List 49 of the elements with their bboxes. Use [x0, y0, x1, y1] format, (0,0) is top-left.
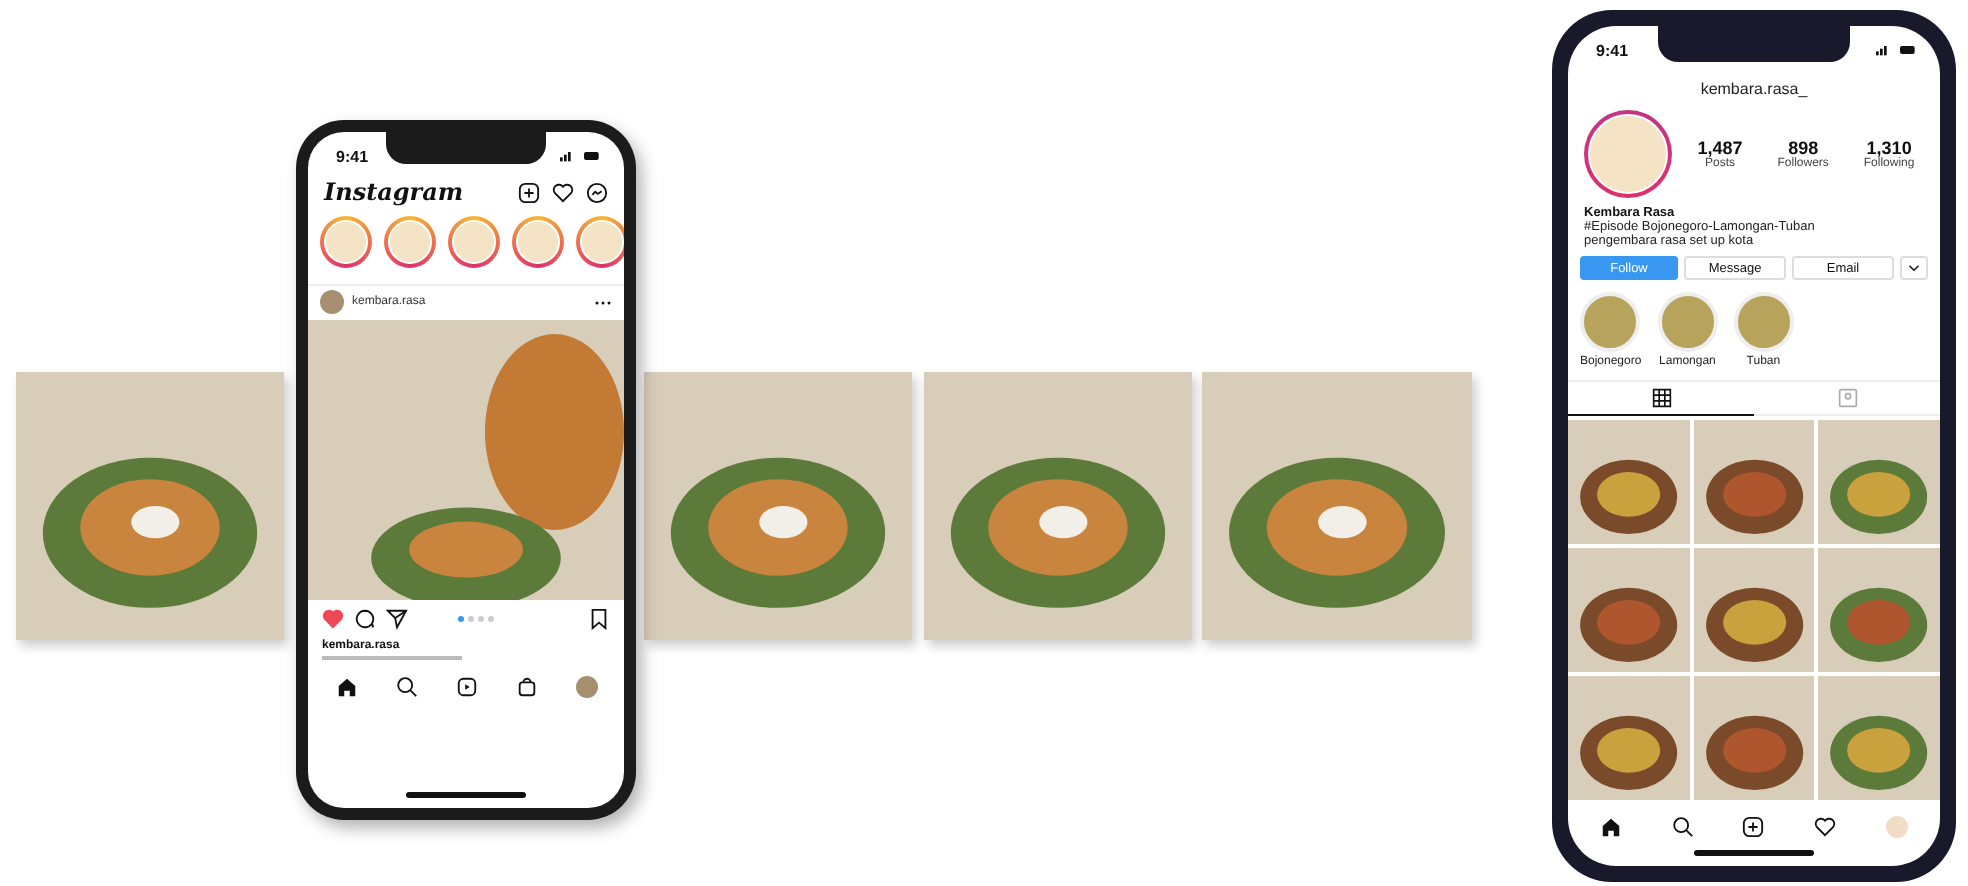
- stat-value: 1,487: [1697, 138, 1743, 158]
- story-avatar[interactable]: [384, 216, 436, 268]
- story-avatar[interactable]: [512, 216, 564, 268]
- app-title: Instagram: [324, 178, 464, 206]
- send-icon[interactable]: [386, 608, 408, 630]
- status-icons-icon: [560, 150, 600, 162]
- search-icon[interactable]: [395, 676, 417, 698]
- heart-icon[interactable]: [1814, 816, 1837, 838]
- home-icon[interactable]: [335, 676, 357, 698]
- add-icon[interactable]: [1742, 816, 1765, 838]
- post-thumbnail[interactable]: [1818, 676, 1940, 800]
- post-thumbnail[interactable]: [1818, 548, 1940, 672]
- avatar: [320, 290, 344, 314]
- highlight-image[interactable]: [1733, 292, 1794, 352]
- story-avatar[interactable]: [576, 216, 624, 268]
- stat-value: 1,310: [1866, 138, 1912, 158]
- add-icon[interactable]: [518, 181, 540, 203]
- grid-icon: [1651, 388, 1671, 408]
- post-thumbnail[interactable]: [1568, 676, 1690, 800]
- story-avatar[interactable]: [448, 216, 500, 268]
- status-time: 9:41: [1596, 41, 1629, 59]
- story-avatar[interactable]: [320, 216, 372, 268]
- post-thumbnail[interactable]: [1693, 420, 1815, 544]
- caption-text-line: [322, 656, 462, 660]
- suggestions-button[interactable]: [1900, 256, 1928, 280]
- heart-icon[interactable]: [552, 181, 574, 203]
- profile-avatar[interactable]: [575, 676, 597, 698]
- highlight-image[interactable]: [1657, 292, 1718, 352]
- stat-value: 898: [1788, 138, 1819, 158]
- post-thumbnail[interactable]: [1693, 676, 1815, 800]
- shopping-bag-icon[interactable]: [515, 676, 537, 698]
- post-thumbnail[interactable]: [1818, 420, 1940, 544]
- profile-username: kembara.rasa_: [1698, 78, 1810, 102]
- status-icons-icon: [1876, 44, 1916, 56]
- messenger-icon[interactable]: [586, 181, 608, 203]
- profile-avatar: [1584, 110, 1672, 198]
- caret-icon: [1908, 264, 1920, 272]
- tagged-icon: [1837, 388, 1857, 408]
- status-time: 9:41: [336, 147, 369, 165]
- search-icon[interactable]: [1671, 816, 1694, 838]
- more-icon[interactable]: [594, 299, 612, 305]
- home-icon[interactable]: [1600, 816, 1623, 838]
- bookmark-icon[interactable]: [588, 608, 610, 630]
- highlight-image[interactable]: [1580, 292, 1641, 352]
- reels-icon[interactable]: [455, 676, 477, 698]
- comment-icon[interactable]: [354, 608, 376, 630]
- post-thumbnail[interactable]: [1693, 548, 1815, 672]
- post-thumbnail[interactable]: [1568, 548, 1690, 672]
- post-thumbnail[interactable]: [1568, 420, 1690, 544]
